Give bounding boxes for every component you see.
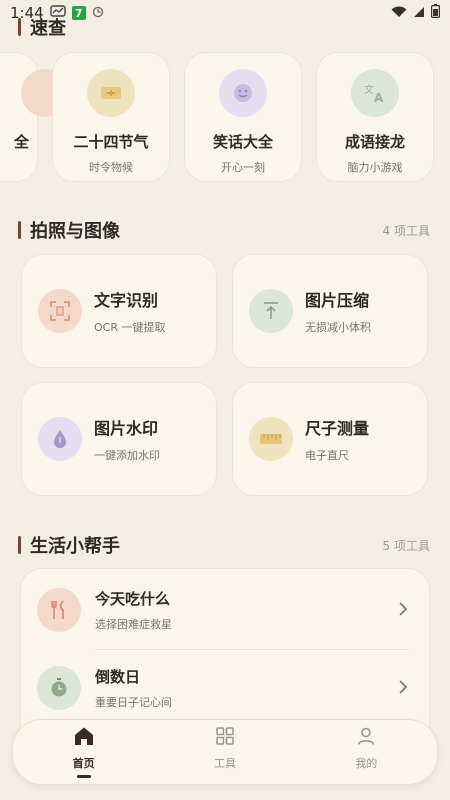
nav-indicator-placeholder [218,775,232,778]
quick-card[interactable]: 文A 成语接龙 脑力小游戏 [316,52,434,182]
tool-card-ocr[interactable]: 文字识别 OCR 一键提取 [21,254,217,368]
chevron-right-icon [399,601,408,620]
nav-tools[interactable]: 工具 [180,726,270,778]
nav-indicator-placeholder [359,775,373,778]
list-item-what-to-eat[interactable]: 今天吃什么 选择困难症救星 [21,571,429,649]
bottom-nav: 首页 工具 我的 [12,719,438,785]
tool-subtitle: 电子直尺 [305,449,349,462]
quick-card-title: 成语接龙 [344,133,405,151]
battery-icon [431,4,441,22]
ticket-icon [87,69,135,117]
quick-cards-row[interactable]: 全 二十四节气 时令物候 笑话大全 开心一刻 文A 成语接龙 脑力小游戏 [0,52,434,182]
tool-title: 图片水印 [94,419,159,438]
quick-card-subtitle: 时令物候 [89,161,133,174]
section-accent-bar [18,221,21,239]
section-header-photo: 拍照与图像 4 项工具 [18,217,430,243]
drop-icon [38,417,82,461]
tool-subtitle: 无损减小体积 [305,321,371,334]
tool-title: 图片压缩 [305,291,370,310]
list-item-title: 今天吃什么 [95,590,171,608]
section-title: 生活小帮手 [30,536,120,557]
nav-label: 我的 [355,757,378,770]
nav-active-indicator [76,775,91,778]
quick-card-title: 笑话大全 [212,133,273,151]
app-badge: 7 [71,6,86,20]
translate-icon: 文A [351,69,399,117]
chevron-right-icon [399,679,408,698]
tool-title: 文字识别 [94,291,159,310]
quick-card[interactable]: 二十四节气 时令物候 [52,52,170,182]
nav-label: 工具 [213,757,236,770]
status-time: 1:44 [10,4,44,22]
tool-card-watermark[interactable]: 图片水印 一键添加水印 [21,382,217,496]
section-count: 5 项工具 [382,538,430,553]
stopwatch-icon [37,666,81,710]
list-item-countdown[interactable]: 倒数日 重要日子记心间 [21,649,429,727]
quick-card-title: 全 [13,133,29,151]
list-item-subtitle: 重要日子记心间 [95,696,172,709]
quick-card-subtitle: 开心一刻 [221,161,265,174]
list-item-title: 倒数日 [95,668,141,686]
fork-knife-icon [37,588,81,632]
svg-text:A: A [374,91,384,104]
list-item-subtitle: 选择困难症救星 [95,618,172,631]
signal-icon [413,4,425,22]
section-accent-bar [18,536,21,554]
quick-card-subtitle: 脑力小游戏 [347,161,403,174]
scan-text-icon [38,289,82,333]
quick-card-subtitle [26,159,30,172]
tool-title: 尺子测量 [305,419,370,438]
user-icon [356,726,376,750]
section-title: 拍照与图像 [30,221,120,242]
svg-text:文: 文 [364,83,374,96]
tool-subtitle: OCR 一键提取 [94,321,166,334]
compress-icon [249,289,293,333]
sync-icon [92,6,104,21]
wifi-icon [391,4,407,22]
nav-label: 首页 [72,757,95,770]
quick-card[interactable]: 全 [0,52,69,182]
section-count: 4 项工具 [382,223,430,238]
notification-icon [49,4,66,22]
quick-card-title: 二十四节气 [73,133,149,151]
tool-card-ruler[interactable]: 尺子测量 电子直尺 [232,382,428,496]
status-bar: 1:44 7 [0,0,450,26]
section-header-life: 生活小帮手 5 项工具 [18,532,430,558]
grid-icon [215,726,235,750]
smile-icon [219,69,267,117]
home-icon [73,726,95,750]
ruler-icon [249,417,293,461]
tool-card-compress[interactable]: 图片压缩 无损减小体积 [232,254,428,368]
nav-home[interactable]: 首页 [39,726,129,778]
quick-card[interactable]: 笑话大全 开心一刻 [184,52,302,182]
nav-profile[interactable]: 我的 [321,726,411,778]
tool-subtitle: 一键添加水印 [94,449,160,462]
